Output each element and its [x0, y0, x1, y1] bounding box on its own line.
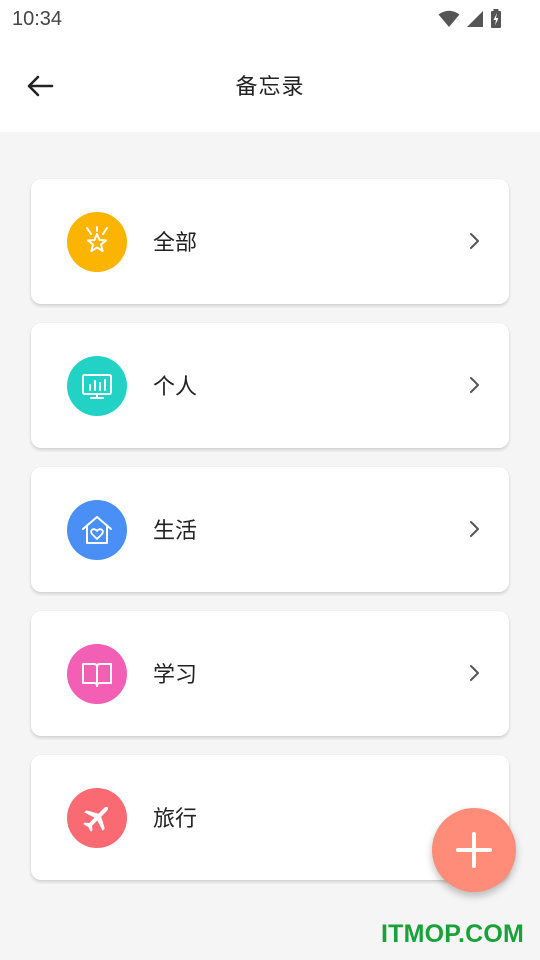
category-label: 个人: [153, 375, 198, 400]
home-heart-icon: [82, 516, 112, 544]
category-label: 生活: [153, 519, 198, 544]
category-item-study[interactable]: 学习: [31, 611, 509, 736]
wifi-icon: [438, 10, 460, 27]
category-item-personal[interactable]: 个人: [31, 323, 509, 448]
category-item-all[interactable]: 全部: [31, 179, 509, 304]
status-icons: [438, 9, 502, 29]
monitor-chart-icon: [82, 374, 112, 399]
chevron-right-icon: [470, 233, 479, 249]
chevron-right-icon: [470, 665, 479, 681]
page-title: 备忘录: [235, 75, 305, 100]
airplane-icon: [83, 806, 109, 832]
category-label: 学习: [153, 663, 198, 688]
signal-icon: [467, 11, 483, 27]
category-icon-badge: [67, 644, 127, 704]
watermark-text: ITMOP.COM: [381, 920, 525, 948]
status-time: 10:34: [12, 7, 63, 30]
back-button[interactable]: [20, 66, 60, 106]
category-icon-badge: [67, 356, 127, 416]
status-bar: 10:34: [0, 0, 540, 38]
category-icon-badge: [67, 788, 127, 848]
app-bar: 备忘录: [0, 38, 540, 132]
add-memo-button[interactable]: [432, 808, 516, 892]
category-icon-badge: [67, 500, 127, 560]
category-icon-badge: [67, 212, 127, 272]
plus-icon: [456, 832, 492, 868]
book-icon: [82, 663, 112, 687]
category-list: 全部 个人 生活 学习 旅行: [31, 179, 509, 899]
chevron-right-icon: [470, 521, 479, 537]
category-label: 全部: [153, 231, 198, 256]
category-item-life[interactable]: 生活: [31, 467, 509, 592]
battery-icon: [491, 9, 501, 28]
arrow-left-icon: [27, 75, 54, 97]
category-label: 旅行: [153, 807, 198, 832]
chevron-right-icon: [470, 377, 479, 393]
award-star-icon: [86, 226, 108, 252]
